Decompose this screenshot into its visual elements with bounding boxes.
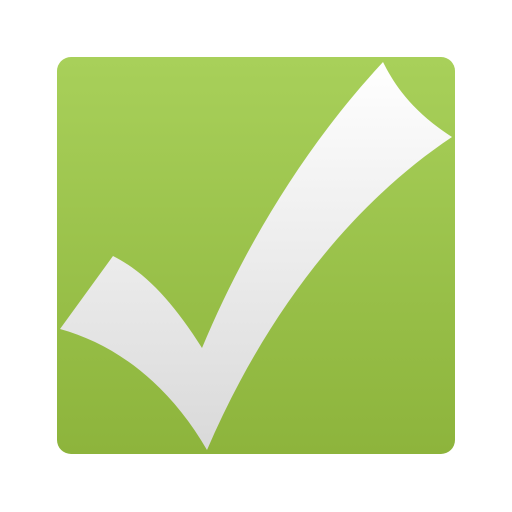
checkmark-icon — [57, 57, 455, 454]
app-icon-canvas — [0, 0, 512, 512]
